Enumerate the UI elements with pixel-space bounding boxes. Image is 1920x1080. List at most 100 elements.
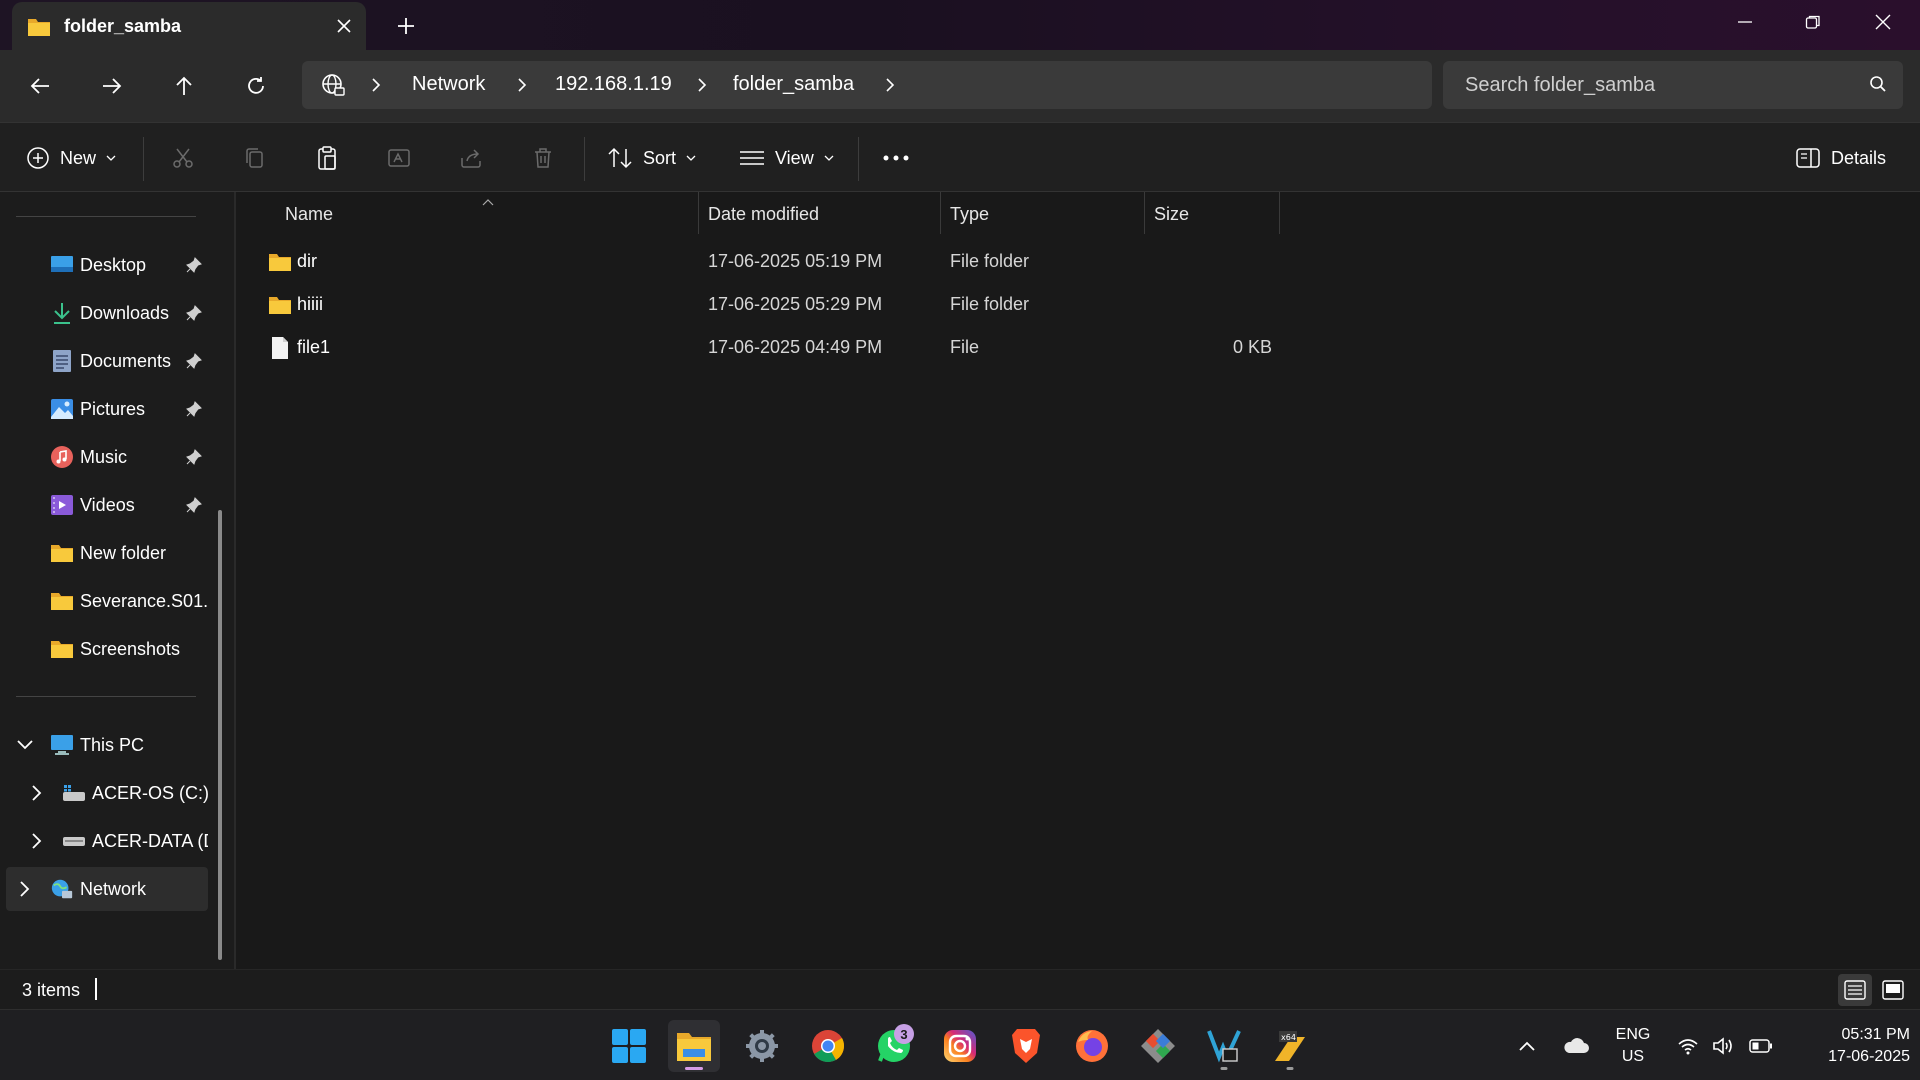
- sidebar-item-music[interactable]: Music: [0, 435, 208, 479]
- refresh-icon: [248, 77, 264, 94]
- more-options-button[interactable]: [882, 140, 910, 176]
- details-view-toggle[interactable]: [1838, 974, 1872, 1006]
- taskbar-brave[interactable]: [1000, 1020, 1052, 1072]
- pin-icon[interactable]: [185, 400, 203, 418]
- sidebar-item-network[interactable]: Network: [6, 867, 208, 911]
- sidebar-item-drive-c[interactable]: ACER-OS (C:): [0, 771, 209, 815]
- search-icon[interactable]: [1869, 75, 1887, 98]
- chevron-right-icon[interactable]: [16, 880, 34, 898]
- chevron-down-icon: [106, 155, 116, 161]
- breadcrumb-ip[interactable]: 192.168.1.19: [555, 73, 672, 96]
- search-input[interactable]: Search folder_samba: [1443, 61, 1903, 109]
- back-button[interactable]: [20, 66, 60, 106]
- pin-icon[interactable]: [185, 496, 203, 514]
- taskbar-git-gui[interactable]: [1132, 1020, 1184, 1072]
- delete-button[interactable]: [531, 140, 555, 176]
- chevron-right-icon[interactable]: [28, 784, 46, 802]
- sidebar-item-desktop[interactable]: Desktop: [0, 243, 208, 287]
- chevron-right-icon[interactable]: [514, 75, 530, 95]
- share-button[interactable]: [459, 140, 483, 176]
- column-header-size[interactable]: Size: [1154, 204, 1189, 225]
- start-button[interactable]: [603, 1020, 655, 1072]
- file-row-dir[interactable]: dir 17-06-2025 05:19 PM File folder: [260, 242, 1520, 282]
- taskbar-chrome[interactable]: [802, 1020, 854, 1072]
- breadcrumb-network[interactable]: Network: [412, 73, 485, 96]
- onedrive-button[interactable]: [1558, 1010, 1594, 1080]
- taskbar-file-explorer[interactable]: [668, 1020, 720, 1072]
- network-icon: [50, 877, 74, 901]
- pin-icon[interactable]: [185, 304, 203, 322]
- taskbar-instagram[interactable]: [934, 1020, 986, 1072]
- pin-icon[interactable]: [185, 352, 203, 370]
- column-header-date-modified[interactable]: Date modified: [708, 204, 819, 225]
- chevron-right-icon[interactable]: [694, 75, 710, 95]
- column-header-name[interactable]: Name: [285, 204, 333, 225]
- taskbar-x64-tool[interactable]: x64: [1264, 1020, 1316, 1072]
- sort-button[interactable]: Sort: [607, 140, 696, 176]
- column-resize-handle[interactable]: [1279, 192, 1280, 234]
- chevron-down-icon[interactable]: [16, 736, 34, 754]
- wifi-button[interactable]: [1674, 1010, 1702, 1080]
- column-resize-handle[interactable]: [698, 192, 699, 234]
- taskbar-vscode-like[interactable]: [1198, 1020, 1250, 1072]
- sidebar-item-pictures[interactable]: Pictures: [0, 387, 208, 431]
- sidebar-item-videos[interactable]: Videos: [0, 483, 208, 527]
- address-bar[interactable]: Network 192.168.1.19 folder_samba: [302, 61, 1432, 109]
- show-hidden-icons-button[interactable]: [1512, 1010, 1542, 1080]
- taskbar-firefox[interactable]: [1066, 1020, 1118, 1072]
- rename-button[interactable]: [387, 140, 413, 176]
- pin-icon[interactable]: [185, 448, 203, 466]
- status-divider: [95, 978, 97, 1000]
- details-pane-button[interactable]: Details: [1795, 140, 1886, 176]
- tiles-view-toggle[interactable]: [1876, 974, 1910, 1006]
- new-tab-button[interactable]: [390, 10, 422, 42]
- tab-folder-samba[interactable]: folder_samba: [12, 2, 366, 50]
- sidebar-item-new-folder[interactable]: New folder: [0, 531, 208, 575]
- file-row-hiiii[interactable]: hiiii 17-06-2025 05:29 PM File folder: [260, 285, 1520, 325]
- column-header-type[interactable]: Type: [950, 204, 989, 225]
- sidebar-item-this-pc[interactable]: This PC: [0, 723, 208, 767]
- chevron-right-icon[interactable]: [882, 75, 898, 95]
- sidebar-item-downloads[interactable]: Downloads: [0, 291, 208, 335]
- svg-text:x64: x64: [1281, 1033, 1296, 1042]
- minimize-button[interactable]: [1710, 0, 1780, 44]
- taskbar-whatsapp[interactable]: 3: [868, 1020, 920, 1072]
- search-placeholder: Search folder_samba: [1465, 74, 1656, 96]
- sidebar-item-documents[interactable]: Documents: [0, 339, 208, 383]
- sidebar-item-drive-d[interactable]: ACER-DATA (D: [0, 819, 208, 863]
- view-button[interactable]: View: [739, 140, 834, 176]
- sidebar-item-label: ACER-DATA (D: [92, 830, 208, 851]
- close-tab-icon[interactable]: [330, 12, 358, 40]
- paste-button[interactable]: [315, 140, 339, 176]
- sidebar-item-screenshots[interactable]: Screenshots: [0, 627, 208, 671]
- sidebar-item-severance[interactable]: Severance.S01.7: [0, 579, 208, 623]
- close-window-button[interactable]: [1848, 0, 1918, 44]
- volume-button[interactable]: [1709, 1010, 1739, 1080]
- up-button[interactable]: [164, 66, 204, 106]
- language-code: ENG: [1615, 1026, 1651, 1043]
- share-icon: [461, 149, 481, 168]
- pictures-icon: [50, 397, 74, 421]
- forward-button[interactable]: [92, 66, 132, 106]
- refresh-button[interactable]: [236, 66, 276, 106]
- pin-icon[interactable]: [185, 256, 203, 274]
- folder-icon: [268, 295, 292, 320]
- firefox-icon: [1076, 1030, 1108, 1062]
- sidebar-item-label: New folder: [80, 542, 167, 563]
- sidebar-scrollbar[interactable]: [218, 510, 222, 960]
- file-row-file1[interactable]: file1 17-06-2025 04:49 PM File 0 KB: [260, 328, 1520, 368]
- new-button[interactable]: New: [26, 140, 116, 176]
- taskbar-settings[interactable]: [736, 1020, 788, 1072]
- column-resize-handle[interactable]: [940, 192, 941, 234]
- chevron-right-icon[interactable]: [28, 832, 46, 850]
- music-icon: [50, 445, 74, 469]
- column-resize-handle[interactable]: [1144, 192, 1145, 234]
- documents-icon: [50, 349, 74, 373]
- cut-button[interactable]: [171, 140, 195, 176]
- restore-button[interactable]: [1778, 0, 1848, 44]
- item-count: 3 items: [22, 980, 81, 1000]
- battery-button[interactable]: [1746, 1010, 1776, 1080]
- breadcrumb-folder-samba[interactable]: folder_samba: [733, 73, 854, 96]
- copy-button[interactable]: [243, 140, 267, 176]
- chevron-right-icon[interactable]: [368, 75, 384, 95]
